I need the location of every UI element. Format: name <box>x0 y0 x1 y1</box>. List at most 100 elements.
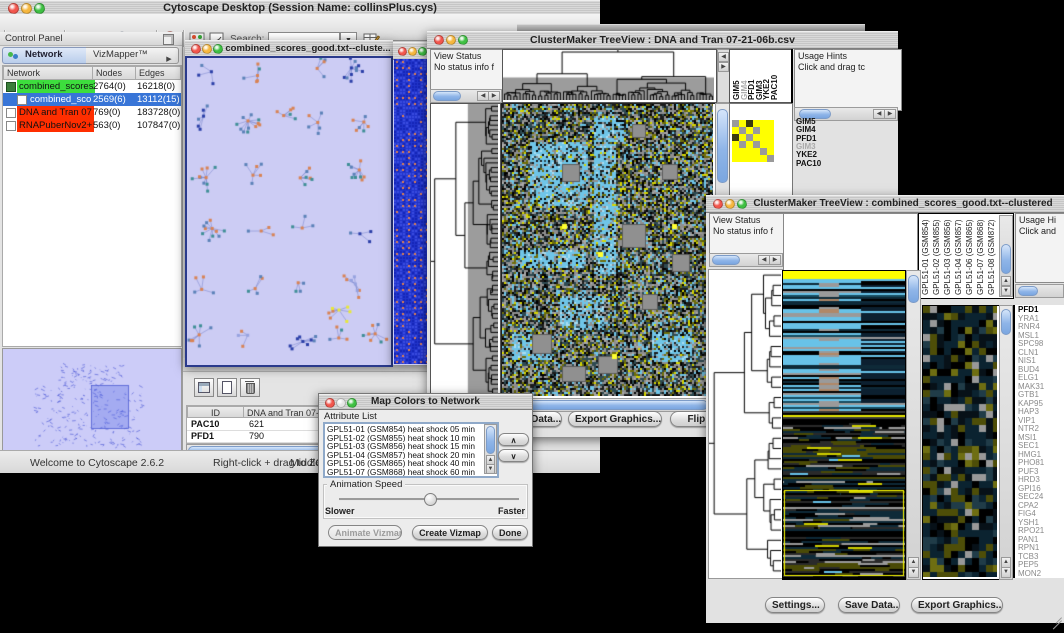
network-view-content[interactable] <box>185 56 393 367</box>
tv2-row-dendrogram[interactable] <box>708 269 783 579</box>
matrix-cell[interactable] <box>767 127 774 134</box>
attribute-list-vscrollbar[interactable]: ▲ ▼ <box>484 424 497 474</box>
matrix-cell[interactable] <box>739 141 746 148</box>
matrix-cell[interactable] <box>753 141 760 148</box>
tv2-usage-hscrollbar[interactable] <box>1015 284 1064 298</box>
network-overview-panel[interactable] <box>2 348 182 458</box>
tv1-export-graphics-button[interactable]: Export Graphics... <box>568 411 662 427</box>
move-up-button[interactable]: ∧ <box>498 433 529 446</box>
matrix-cell[interactable] <box>739 127 746 134</box>
matrix-cell[interactable] <box>767 155 774 162</box>
matrix-cell[interactable] <box>746 141 753 148</box>
tv1-heatmap-box[interactable] <box>501 103 716 399</box>
scroll-down-arrow[interactable]: ▼ <box>908 567 919 578</box>
matrix-cell[interactable] <box>760 155 767 162</box>
zoom-window-icon[interactable] <box>418 47 427 56</box>
minimize-icon[interactable] <box>408 47 417 56</box>
matrix-cell[interactable] <box>746 148 753 155</box>
col-header-nodes[interactable]: Nodes <box>92 66 136 80</box>
tv2-status-hscroll-thumb[interactable] <box>712 255 740 265</box>
scroll-right-arrow[interactable]: ▶ <box>769 255 781 265</box>
tv1-heatmap-hscroll-thumb[interactable] <box>504 400 708 410</box>
array-column-label[interactable]: GPL51-07 (GSM868) <box>976 217 985 295</box>
scroll-up-arrow[interactable]: ▲ <box>1001 276 1011 286</box>
array-column-label[interactable]: GPL51-02 (GSM855) <box>932 217 941 295</box>
attribute-list-item[interactable]: GPL51-07 (GSM868) heat shock 60 min <box>327 468 479 477</box>
move-down-button[interactable]: ∨ <box>498 449 529 462</box>
matrix-cell[interactable] <box>732 148 739 155</box>
close-icon[interactable] <box>713 199 723 209</box>
tv2-export-graphics-button[interactable]: Export Graphics... <box>911 597 1003 613</box>
tv1-column-dendrogram-box[interactable] <box>502 49 717 103</box>
tv2-usage-hscroll-thumb[interactable] <box>1018 286 1038 296</box>
scroll-right-arrow[interactable]: ▶ <box>488 91 500 101</box>
matrix-cell[interactable] <box>760 141 767 148</box>
array-column-label[interactable]: PAC10 <box>770 52 779 100</box>
matrix-cell[interactable] <box>732 155 739 162</box>
attribute-list-item[interactable]: GPL51-06 (GSM865) heat shock 40 min <box>327 459 479 468</box>
tv2-collabel-vscroll-thumb[interactable] <box>1001 244 1011 274</box>
matrix-cell[interactable] <box>753 127 760 134</box>
treeview2-titlebar[interactable]: ClusterMaker TreeView : combined_scores_… <box>706 195 1064 213</box>
tv1-row-dendrogram-canvas[interactable] <box>431 104 498 396</box>
overview-canvas[interactable] <box>3 349 179 455</box>
table-mode-button[interactable] <box>194 378 214 397</box>
array-column-label[interactable]: GPL51-06 (GSM865) <box>965 217 974 295</box>
network-canvas[interactable] <box>187 58 391 361</box>
tv2-gene-vscrollbar[interactable]: ▲ ▼ <box>999 305 1013 580</box>
scroll-left-arrow[interactable]: ◀ <box>718 52 729 62</box>
array-column-label[interactable]: GPL51-01 (GSM854) <box>921 217 930 295</box>
matrix-cell[interactable] <box>753 148 760 155</box>
create-vizmap-button[interactable]: Create Vizmap <box>412 525 488 540</box>
network-table-row[interactable]: combined_sco2569(6)13112(15) <box>3 93 181 106</box>
matrix-cell[interactable] <box>746 127 753 134</box>
tv1-heatmap-vscroll-thumb[interactable] <box>717 109 728 183</box>
scroll-down-arrow[interactable]: ▼ <box>1001 567 1011 578</box>
tv2-zoom-canvas[interactable] <box>923 306 997 577</box>
gene-label[interactable]: MON2 <box>1018 570 1041 579</box>
tab-vizmapper[interactable]: VizMapper™ <box>86 47 161 64</box>
animate-vizmap-button[interactable]: Animate Vizmap <box>328 525 402 540</box>
matrix-cell[interactable] <box>760 148 767 155</box>
array-column-label[interactable]: GPL51-08 (GSM872) <box>987 217 996 295</box>
attr-col-id[interactable]: ID <box>187 406 244 418</box>
matrix-cell[interactable] <box>746 155 753 162</box>
tv2-heatmap-vscroll-thumb[interactable] <box>908 275 919 303</box>
tv1-status-hscrollbar[interactable]: ◀ ▶ <box>430 89 502 103</box>
tv2-row-dendrogram-canvas[interactable] <box>709 270 781 576</box>
matrix-cell[interactable] <box>732 141 739 148</box>
attribute-list-item[interactable]: GPL51-04 (GSM857) heat shock 20 min <box>327 451 479 460</box>
tv1-status-hscroll-thumb[interactable] <box>433 91 461 101</box>
scroll-down-arrow[interactable]: ▼ <box>486 464 495 474</box>
matrix-cell[interactable] <box>760 134 767 141</box>
zoom-window-icon[interactable] <box>213 44 223 54</box>
matrix-cell[interactable] <box>760 120 767 127</box>
attribute-list-item[interactable]: GPL51-02 (GSM855) heat shock 10 min <box>327 434 479 443</box>
matrix-cell[interactable] <box>753 134 760 141</box>
resize-grip[interactable] <box>1052 611 1062 621</box>
matrix-cell[interactable] <box>753 155 760 162</box>
tab-overflow-button[interactable]: ▶ <box>160 47 179 64</box>
tv2-status-hscrollbar[interactable]: ◀ ▶ <box>709 253 783 267</box>
matrix-cell[interactable] <box>739 155 746 162</box>
speed-slider-thumb[interactable] <box>424 493 437 506</box>
tv2-heatmap-canvas[interactable] <box>783 271 905 577</box>
matrix-cell[interactable] <box>753 120 760 127</box>
array-column-label[interactable]: GPL51-04 (GSM857) <box>954 217 963 295</box>
attribute-list-item[interactable]: GPL51-01 (GSM854) heat shock 05 min <box>327 425 479 434</box>
attribute-list[interactable]: GPL51-01 (GSM854) heat shock 05 minGPL51… <box>323 422 499 478</box>
tv2-heatmap-vscrollbar[interactable]: ▲ ▼ <box>906 270 921 580</box>
tab-network[interactable]: Network <box>2 47 88 64</box>
new-attribute-button[interactable] <box>217 378 237 397</box>
network-table-row[interactable]: DNA and Tran 07769(0)183728(0) <box>3 106 181 119</box>
close-icon[interactable] <box>398 47 407 56</box>
tv1-column-dendrogram-canvas[interactable] <box>503 50 714 100</box>
tv2-zoom-box[interactable] <box>922 305 1000 580</box>
matrix-cell[interactable] <box>746 134 753 141</box>
scroll-right-arrow[interactable]: ▶ <box>884 109 896 119</box>
attribute-list-vscroll-thumb[interactable] <box>486 426 495 454</box>
network-table-row[interactable]: RNAPuberNov2+563(0)107847(0) <box>3 119 181 132</box>
matrix-cell[interactable] <box>732 127 739 134</box>
scroll-right-arrow[interactable]: ▶ <box>718 62 729 72</box>
matrix-cell[interactable] <box>767 141 774 148</box>
